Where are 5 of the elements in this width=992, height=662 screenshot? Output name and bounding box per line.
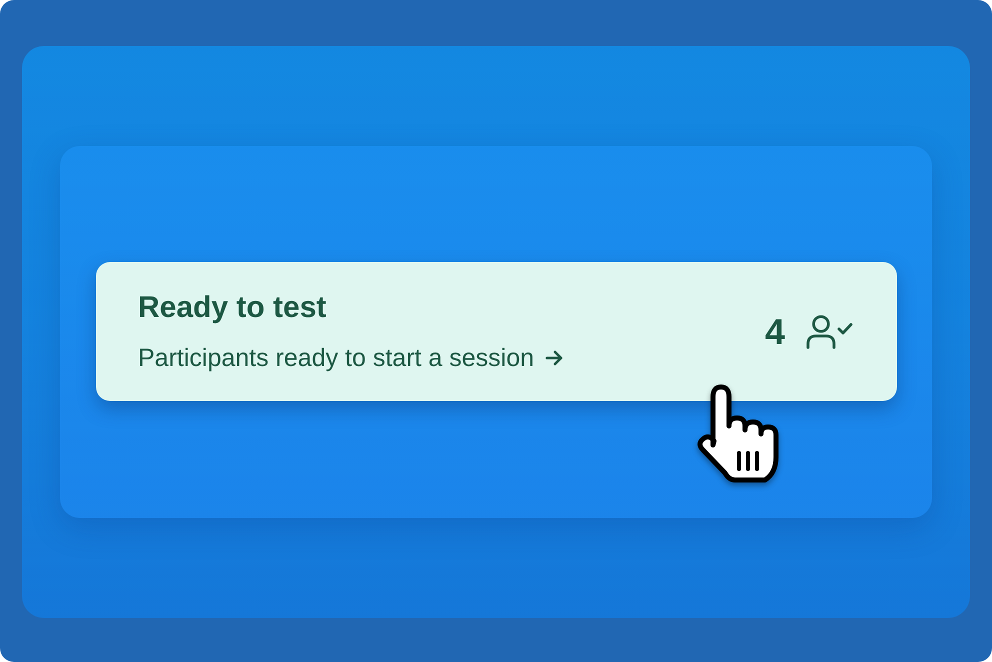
participant-count: 4: [764, 312, 785, 352]
card-subtitle: Participants ready to start a session: [138, 343, 534, 373]
person-check-icon: [805, 314, 853, 348]
card-title: Ready to test: [138, 290, 326, 326]
arrow-right-icon: [545, 350, 564, 366]
